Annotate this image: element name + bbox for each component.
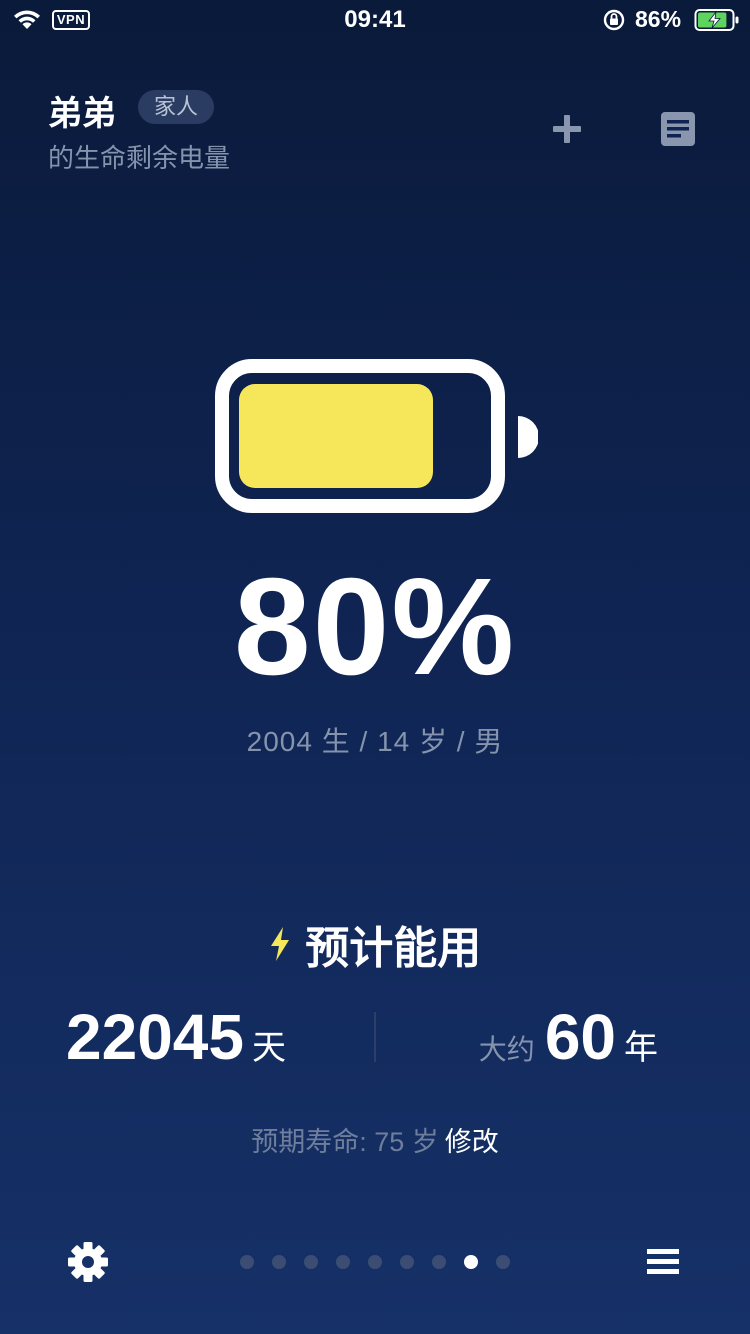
- page-dot[interactable]: [400, 1255, 414, 1269]
- relation-tag: 家人: [138, 90, 215, 124]
- life-percent: 80%: [233, 550, 517, 704]
- add-icon[interactable]: [551, 113, 583, 145]
- years-remaining: 大约 60 年: [479, 1000, 658, 1074]
- lifespan-label: 预期寿命: 75 岁: [251, 1127, 439, 1157]
- years-unit: 年: [624, 1029, 658, 1067]
- menu-icon[interactable]: [646, 1248, 680, 1276]
- estimate-header: 预计能用: [0, 912, 750, 976]
- battery-fill: [239, 384, 433, 488]
- person-name: 弟弟: [48, 95, 116, 133]
- page-dot[interactable]: [368, 1255, 382, 1269]
- days-value: 22045: [66, 1001, 244, 1073]
- page-dot[interactable]: [304, 1255, 318, 1269]
- estimate-title: 预计能用: [305, 924, 482, 973]
- page-dot[interactable]: [272, 1255, 286, 1269]
- battery-percent: 86%: [635, 6, 682, 32]
- page-dot[interactable]: [336, 1255, 350, 1269]
- page-dot[interactable]: [240, 1255, 254, 1269]
- edit-lifespan-link[interactable]: 修改: [445, 1127, 499, 1157]
- status-bar: VPN 09:41 86%: [0, 0, 750, 40]
- bolt-icon: [270, 927, 289, 961]
- page-subtitle: 的生命剩余电量: [48, 143, 231, 173]
- divider: [374, 1012, 376, 1062]
- page-dot[interactable]: [496, 1255, 510, 1269]
- days-remaining: 22045 天: [66, 1000, 286, 1074]
- rotation-lock-icon: [603, 9, 625, 31]
- person-meta: 2004 生 / 14 岁 / 男: [246, 726, 504, 757]
- page-dot[interactable]: [432, 1255, 446, 1269]
- about-label: 大约: [478, 1034, 535, 1065]
- page-indicator: [240, 1255, 510, 1269]
- settings-gear-icon[interactable]: [66, 1240, 110, 1284]
- battery-charging-icon: [694, 9, 739, 31]
- note-icon[interactable]: [659, 110, 697, 148]
- page-dot[interactable]: [464, 1255, 478, 1269]
- lifespan-line: 预期寿命: 75 岁修改: [0, 1120, 750, 1159]
- life-battery-icon: [215, 359, 538, 513]
- days-unit: 天: [251, 1029, 286, 1067]
- years-value: 60: [544, 1001, 616, 1073]
